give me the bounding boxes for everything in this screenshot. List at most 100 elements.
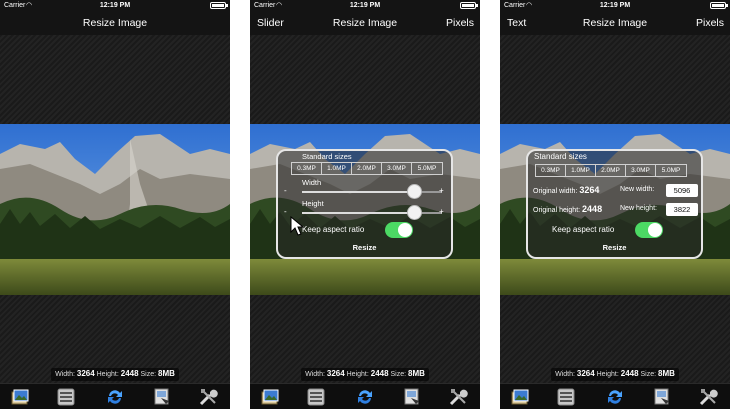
width-plus-button[interactable]: + — [439, 186, 444, 195]
width-info-value: 3264 — [76, 369, 95, 378]
size-2.0mp-button[interactable]: 2.0MP — [596, 165, 626, 176]
resize-panel: Standard sizes 0.3MP 1.0MP 2.0MP 3.0MP 5… — [276, 149, 453, 259]
size-info-value: 8MB — [408, 369, 425, 378]
settings-list-icon[interactable] — [556, 387, 576, 407]
original-height-label: Original height: — [533, 207, 581, 214]
size-0.3mp-button[interactable]: 0.3MP — [292, 163, 322, 174]
navigation-bar: Resize Image — [0, 11, 230, 35]
size-info-value: 8MB — [658, 369, 675, 378]
clock: 12:19 PM — [99, 2, 131, 9]
height-minus-button[interactable]: - — [284, 207, 287, 216]
settings-list-icon[interactable] — [306, 387, 326, 407]
landscape-image — [0, 124, 230, 295]
screen-text: Carrier ◠ 12:19 PM Text Resize Image Pix… — [500, 0, 730, 409]
height-plus-button[interactable]: + — [439, 207, 444, 216]
original-height-row: Original height: 2448 — [533, 204, 602, 214]
bottom-toolbar — [250, 383, 480, 409]
width-info-value: 3264 — [576, 369, 595, 378]
refresh-icon[interactable] — [105, 387, 125, 407]
size-5.0mp-button[interactable]: 5.0MP — [412, 163, 442, 174]
battery-icon — [210, 2, 228, 9]
height-slider-thumb[interactable] — [407, 205, 422, 220]
refresh-icon[interactable] — [605, 387, 625, 407]
size-info-label: Size: — [390, 371, 407, 378]
height-info-value: 2448 — [120, 369, 139, 378]
height-info-value: 2448 — [370, 369, 389, 378]
width-slider-thumb[interactable] — [407, 184, 422, 199]
aspect-ratio-label: Keep aspect ratio — [302, 225, 365, 234]
clock: 12:19 PM — [349, 2, 381, 9]
battery-icon — [460, 2, 478, 9]
pixels-button[interactable]: Pixels — [446, 11, 474, 35]
aspect-ratio-toggle[interactable] — [635, 222, 663, 238]
size-1.0mp-button[interactable]: 1.0MP — [322, 163, 352, 174]
tools-icon[interactable] — [698, 387, 718, 407]
clock: 12:19 PM — [599, 2, 631, 9]
photo-library-icon[interactable] — [260, 387, 280, 407]
height-info-label: Height: — [96, 371, 119, 378]
navigation-bar: Slider Resize Image Pixels — [250, 11, 480, 35]
nav-title: Resize Image — [82, 17, 148, 29]
pixels-button[interactable]: Pixels — [696, 11, 724, 35]
width-slider[interactable] — [302, 184, 442, 199]
image-info-bar: Width: 3264 Height: 2448 Size: 8MB — [250, 368, 480, 381]
tools-icon[interactable] — [448, 387, 468, 407]
standard-sizes-control: 0.3MP 1.0MP 2.0MP 3.0MP 5.0MP — [291, 162, 443, 175]
size-5.0mp-button[interactable]: 5.0MP — [656, 165, 686, 176]
size-3.0mp-button[interactable]: 3.0MP — [382, 163, 412, 174]
size-3.0mp-button[interactable]: 3.0MP — [626, 165, 656, 176]
tools-icon[interactable] — [198, 387, 218, 407]
screen-slider: Carrier ◠ 12:19 PM Slider Resize Image P… — [250, 0, 480, 409]
width-minus-button[interactable]: - — [284, 186, 287, 195]
photo-library-icon[interactable] — [10, 387, 30, 407]
height-slider-label: Height — [302, 199, 324, 208]
new-height-label: New height: — [620, 205, 657, 212]
width-info-label: Width: — [305, 371, 325, 378]
original-width-label: Original width: — [533, 188, 578, 195]
width-info-value: 3264 — [326, 369, 345, 378]
status-bar: Carrier ◠ 12:19 PM — [0, 0, 230, 11]
new-width-label: New width: — [620, 186, 655, 193]
aspect-ratio-toggle[interactable] — [385, 222, 413, 238]
image-info-bar: Width: 3264 Height: 2448 Size: 8MB — [500, 368, 730, 381]
status-bar: Carrier ◠ 12:19 PM — [250, 0, 480, 11]
bottom-toolbar — [500, 383, 730, 409]
navigation-bar: Text Resize Image Pixels — [500, 11, 730, 35]
size-info-value: 8MB — [158, 369, 175, 378]
width-slider-label: Width — [302, 178, 322, 187]
save-icon[interactable] — [652, 387, 672, 407]
original-width-row: Original width: 3264 — [533, 185, 599, 195]
height-info-label: Height: — [346, 371, 369, 378]
height-info-label: Height: — [596, 371, 619, 378]
standard-sizes-title: Standard sizes — [534, 152, 587, 161]
original-width-value: 3264 — [579, 185, 600, 195]
width-info-label: Width: — [555, 371, 575, 378]
height-info-value: 2448 — [620, 369, 639, 378]
photo-preview[interactable] — [0, 124, 230, 295]
screen-original: Carrier ◠ 12:19 PM Resize Image Width: 3… — [0, 0, 230, 409]
size-info-label: Size: — [140, 371, 157, 378]
resize-panel: Standard sizes 0.3MP 1.0MP 2.0MP 3.0MP 5… — [526, 149, 703, 259]
photo-library-icon[interactable] — [510, 387, 530, 407]
battery-icon — [710, 2, 728, 9]
save-icon[interactable] — [152, 387, 172, 407]
pointer-cursor-icon — [290, 216, 304, 236]
original-height-value: 2448 — [582, 204, 603, 214]
standard-sizes-title: Standard sizes — [302, 152, 352, 161]
standard-sizes-control: 0.3MP 1.0MP 2.0MP 3.0MP 5.0MP — [535, 164, 687, 177]
status-bar: Carrier ◠ 12:19 PM — [500, 0, 730, 11]
refresh-icon[interactable] — [355, 387, 375, 407]
size-2.0mp-button[interactable]: 2.0MP — [352, 163, 382, 174]
new-width-field[interactable]: 5096 — [666, 184, 698, 197]
width-info-label: Width: — [55, 371, 75, 378]
settings-list-icon[interactable] — [56, 387, 76, 407]
save-icon[interactable] — [402, 387, 422, 407]
resize-button[interactable]: Resize — [278, 243, 451, 252]
size-0.3mp-button[interactable]: 0.3MP — [536, 165, 566, 176]
height-slider[interactable] — [302, 205, 442, 220]
resize-button[interactable]: Resize — [528, 243, 701, 252]
bottom-toolbar — [0, 383, 230, 409]
size-info-label: Size: — [640, 371, 657, 378]
size-1.0mp-button[interactable]: 1.0MP — [566, 165, 596, 176]
new-height-field[interactable]: 3822 — [666, 203, 698, 216]
